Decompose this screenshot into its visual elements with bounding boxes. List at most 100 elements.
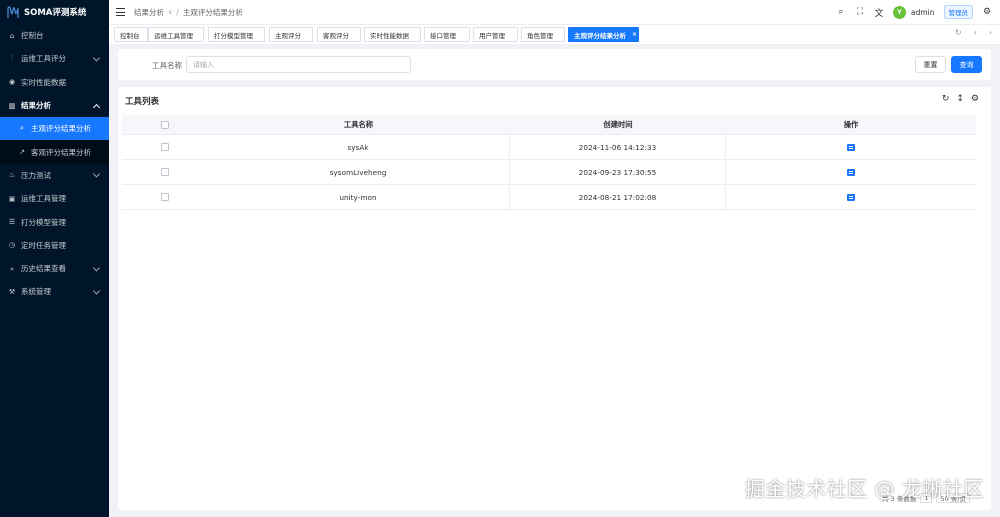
chevron-left-icon[interactable]: ‹ [974,28,977,37]
created-time-cell: 2024-11-06 14:12:33 [510,135,726,159]
sidebar-item-realtime-data[interactable]: ◉ 实时性能数据 [0,71,109,94]
refresh-icon[interactable]: ↻ [955,28,962,37]
menu-toggle-icon[interactable] [116,8,125,16]
sidebar-item-label: 定时任务管理 [21,240,66,250]
row-checkbox[interactable] [160,168,169,176]
sidebar-item-label: 运维工具管理 [21,194,66,204]
tab-label: 主观评分结果分析 [574,31,626,40]
close-icon[interactable]: × [632,31,637,38]
app-title: SOMA评测系统 [24,8,87,18]
table-row: unity-mon 2024-08-21 17:02:08 [122,185,976,210]
gear-icon[interactable]: ⚙ [982,7,992,17]
tab-realtime-data[interactable]: 实时性能数据 [364,27,421,42]
gear-icon[interactable]: ⚙ [971,94,979,104]
sidebar-item-label: 客观评分结果分析 [31,147,91,157]
sidebar-item-result-analysis[interactable]: ▥ 结果分析 [0,94,109,117]
sidebar-item-label: 系统管理 [21,287,51,297]
sidebar-item-stress-test[interactable]: ♨ 压力测试 [0,164,109,187]
tabs-bar: 控制台 运维工具管理 打分模型管理 主观评分 客观评分 实时性能数据 接口管理 … [109,24,1000,45]
breadcrumb-separator: / [176,7,179,17]
sidebar-item-objective-analysis[interactable]: ↗ 客观评分结果分析 [0,140,109,163]
sidebar-item-history[interactable]: « 历史结果查看 [0,257,109,280]
sidebar-item-model-management[interactable]: ☰ 打分模型管理 [0,210,109,233]
chevron-down-icon [92,264,101,272]
table-header: 工具名称 创建时间 操作 [122,115,976,135]
avatar[interactable]: Y [893,5,906,19]
tool-table: 工具名称 创建时间 操作 sysAk 2024-11-06 14:12:33 s… [122,115,976,210]
top-header: 结果分析 ∨ / 主观评分结果分析 ⌕ ⛶ 文 Y admin 管理员 ⚙ [109,0,1000,24]
query-button[interactable]: 查询 [951,56,982,73]
breadcrumb: 结果分析 ∨ / 主观评分结果分析 [134,7,243,18]
created-time-cell: 2024-09-23 17:30:55 [510,160,726,184]
tab-role-management[interactable]: 角色管理 [521,27,565,42]
app-logo[interactable]: SOMA评测系统 [0,0,109,24]
select-all-checkbox[interactable] [160,120,169,129]
tool-name-input[interactable]: 请输入 [186,56,411,73]
wrench-icon: ⚒ [8,287,16,296]
sidebar-item-label: 历史结果查看 [21,264,66,274]
chevron-down-icon [92,54,101,62]
role-badge: 管理员 [943,5,973,19]
view-detail-icon[interactable] [847,168,855,176]
view-detail-icon[interactable] [847,193,855,201]
toolbox-icon: ▣ [8,194,16,203]
tab-model-management[interactable]: 打分模型管理 [208,27,265,42]
breadcrumb-item[interactable]: 结果分析 [134,7,164,18]
row-checkbox[interactable] [160,143,169,151]
chevron-down-icon [92,170,101,178]
row-checkbox[interactable] [160,193,169,201]
column-header-name: 工具名称 [343,119,374,129]
translate-icon[interactable]: 文 [874,6,884,19]
column-height-icon[interactable]: ↕ [956,94,964,104]
column-header-actions: 操作 [843,119,859,129]
table-title: 工具列表 [125,97,160,107]
tab-dashboard[interactable]: 控制台 [114,27,148,42]
sidebar-item-tool-scoring[interactable]: ⫶ 运维工具评分 [0,47,109,70]
tab-api-management[interactable]: 接口管理 [424,27,470,42]
header-actions: ⌕ ⛶ 文 Y admin 管理员 ⚙ [836,0,992,24]
sidebar-item-scheduled-tasks[interactable]: ◷ 定时任务管理 [0,234,109,257]
tool-name-label: 工具名称 [152,61,182,70]
watermark: 掘金技术社区 @ 龙蜥社区 [744,477,984,501]
sidebar-item-subjective-analysis[interactable]: ⌕ 主观评分结果分析 [0,117,109,141]
chart-icon: ▥ [8,101,16,110]
chevron-down-icon [92,287,101,295]
refresh-icon[interactable]: ↻ [942,94,950,104]
history-icon: « [9,264,15,273]
search-icon[interactable]: ⌕ [836,7,846,17]
sidebar-item-label: 运维工具评分 [21,54,66,64]
sidebar-item-label: 打分模型管理 [21,217,66,227]
fullscreen-icon[interactable]: ⛶ [855,7,865,17]
tab-subjective-analysis[interactable]: 主观评分结果分析 × [568,27,639,42]
created-time-cell: 2024-08-21 17:02:08 [510,185,726,209]
sidebar-item-label: 压力测试 [21,170,51,180]
table-row: sysomLiveheng 2024-09-23 17:30:55 [122,160,976,185]
column-header-created: 创建时间 [603,119,633,129]
table-panel: 工具列表 ↻ ↕ ⚙ 工具名称 创建时间 操作 sysAk 2024-11-06… [118,87,991,510]
sidebar-item-tool-management[interactable]: ▣ 运维工具管理 [0,187,109,210]
clock-icon: ◷ [8,241,16,250]
search-panel: 工具名称 请输入 重置 查询 [118,49,991,80]
sidebar-item-label: 主观评分结果分析 [31,124,91,134]
username[interactable]: admin [911,8,935,17]
sliders-icon: ⫶ [11,54,13,63]
chevron-right-icon[interactable]: › [989,28,992,37]
tab-objective-scoring[interactable]: 客观评分 [317,27,361,42]
tab-tools: ↻ ‹ › [955,28,992,37]
tool-name-cell: sysomLiveheng [207,160,510,184]
breadcrumb-item: 主观评分结果分析 [182,7,243,17]
chevron-down-icon: ∨ [168,8,173,16]
sidebar-item-label: 实时性能数据 [21,77,66,87]
tool-name-cell: sysAk [207,135,510,159]
submenu-result-analysis: ⌕ 主观评分结果分析 ↗ 客观评分结果分析 [0,117,109,164]
tab-tool-management[interactable]: 运维工具管理 [148,27,204,42]
sidebar-item-dashboard[interactable]: ⌂ 控制台 [0,24,109,47]
reset-button[interactable]: 重置 [915,56,946,73]
sidebar-item-system[interactable]: ⚒ 系统管理 [0,280,109,303]
tab-subjective-scoring[interactable]: 主观评分 [269,27,313,42]
sidebar: SOMA评测系统 ⌂ 控制台 ⫶ 运维工具评分 ◉ 实时性能数据 ▥ 结果分析 … [0,0,109,517]
sidebar-item-label: 控制台 [21,31,44,41]
chevron-up-icon [92,103,101,111]
view-detail-icon[interactable] [847,143,855,151]
tab-user-management[interactable]: 用户管理 [473,27,518,42]
